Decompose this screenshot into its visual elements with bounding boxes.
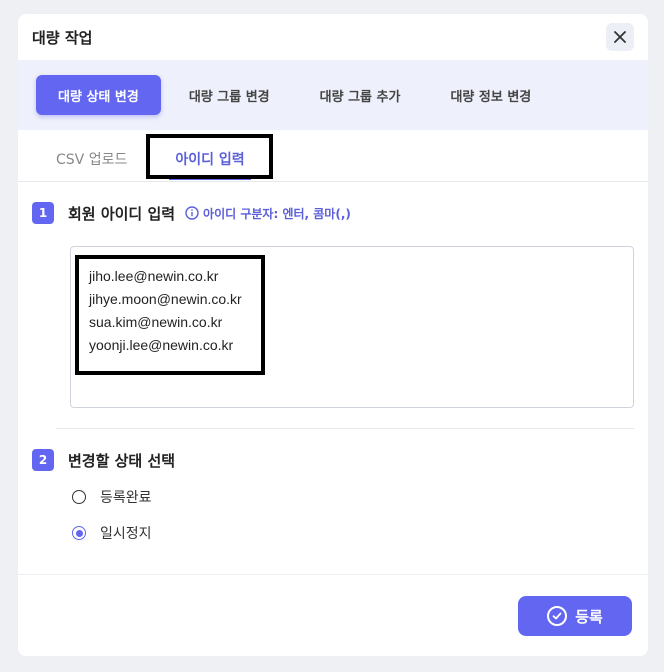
close-button[interactable] [606,23,634,51]
member-id-line: sua.kim@newin.co.kr [89,314,223,330]
tab-bulk-info-change[interactable]: 대량 정보 변경 [428,75,553,115]
register-button-label: 등록 [575,607,603,626]
highlighted-id-list: jiho.lee@newin.co.kr jihye.moon@newin.co… [75,255,265,375]
modal-title: 대량 작업 [32,28,93,47]
check-circle-icon [547,606,568,626]
member-id-textarea[interactable]: jiho.lee@newin.co.kr jihye.moon@newin.co… [70,246,634,408]
top-tab-bar: 대량 상태 변경 대량 그룹 변경 대량 그룹 추가 대량 정보 변경 [18,60,648,130]
separator-hint-text: 아이디 구분자: 엔터, 콤마(,) [203,206,351,221]
separator-hint: 아이디 구분자: 엔터, 콤마(,) [185,205,351,222]
status-option-paused[interactable]: 일시정지 [72,515,634,551]
member-id-line: jihye.moon@newin.co.kr [89,291,242,307]
bulk-action-modal: 대량 작업 대량 상태 변경 대량 그룹 변경 대량 그룹 추가 대량 정보 변… [18,14,648,656]
footer-divider [18,574,648,575]
tab-bulk-group-add[interactable]: 대량 그룹 추가 [298,75,423,115]
step-number-badge: 1 [32,202,54,224]
info-icon [185,206,199,220]
radio-label: 등록완료 [100,490,152,506]
sub-tab-bar: CSV 업로드 아이디 입력 [18,130,648,182]
member-id-line: jiho.lee@newin.co.kr [89,268,219,284]
tab-bulk-group-change[interactable]: 대량 그룹 변경 [167,75,292,115]
step1-title: 회원 아이디 입력 [68,204,176,223]
member-id-line: yoonji.lee@newin.co.kr [89,337,234,353]
radio-checked[interactable] [72,526,86,540]
radio-label: 일시정지 [100,526,152,542]
step-number-badge: 2 [32,449,54,471]
close-icon [614,31,626,43]
step2-section: 2 변경할 상태 선택 등록완료 일시정지 [18,429,648,551]
status-option-registered[interactable]: 등록완료 [72,479,634,515]
modal-header: 대량 작업 [18,14,648,60]
tab-bulk-status-change[interactable]: 대량 상태 변경 [36,75,161,115]
subtab-id-input[interactable]: 아이디 입력 [161,137,258,181]
step2-title: 변경할 상태 선택 [68,451,176,470]
step1-section: 1 회원 아이디 입력 아이디 구분자: 엔터, 콤마(,) jiho.lee@… [18,182,648,429]
subtab-csv-upload[interactable]: CSV 업로드 [42,137,141,181]
register-button[interactable]: 등록 [518,596,632,636]
radio-unchecked[interactable] [72,490,86,504]
